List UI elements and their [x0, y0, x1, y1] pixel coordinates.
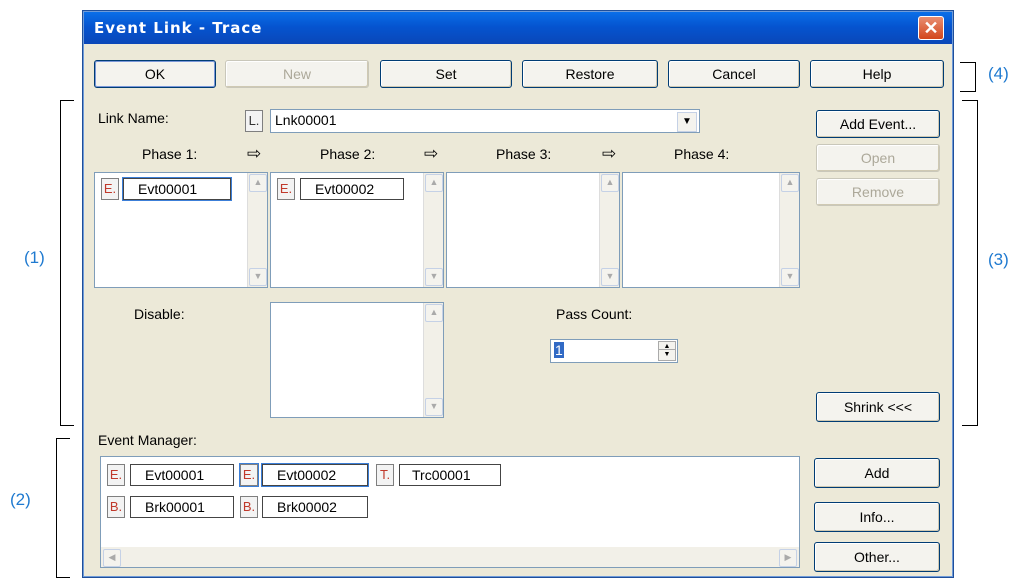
list-item[interactable]: Brk00002: [262, 496, 368, 518]
horizontal-scrollbar[interactable]: ◀ ▶: [101, 547, 799, 567]
phase-2-label: Phase 2:: [320, 146, 376, 162]
annotation-1: (1): [24, 248, 45, 267]
link-name-label: Link Name:: [98, 110, 169, 126]
info-button[interactable]: Info...: [814, 502, 940, 532]
annotation-2: (2): [10, 490, 31, 509]
trace-icon: T.: [376, 464, 394, 486]
link-icon: L.: [245, 110, 263, 132]
phase-1-label: Phase 1:: [142, 146, 198, 162]
list-item[interactable]: Evt00002: [300, 178, 404, 200]
list-item[interactable]: Evt00001: [123, 178, 231, 200]
arrow-right-icon: ⇨: [602, 144, 617, 163]
phase-event-name: Evt00001: [138, 181, 198, 197]
phase-4-label: Phase 4:: [674, 146, 730, 162]
shrink-button[interactable]: Shrink <<<: [816, 392, 940, 422]
event-name: Brk00001: [145, 499, 205, 515]
scroll-down-icon[interactable]: ▼: [601, 268, 619, 286]
phase-3-label: Phase 3:: [496, 146, 552, 162]
pass-count-value[interactable]: 1: [554, 342, 564, 358]
break-icon: B.: [240, 496, 258, 518]
help-button[interactable]: Help: [810, 60, 944, 88]
scroll-up-icon[interactable]: ▲: [601, 174, 619, 192]
scroll-right-icon[interactable]: ▶: [779, 549, 797, 567]
event-name: Evt00001: [145, 467, 205, 483]
event-icon: E.: [107, 464, 125, 486]
set-button[interactable]: Set: [380, 60, 512, 88]
scroll-left-icon[interactable]: ◀: [103, 549, 121, 567]
close-button[interactable]: ✕: [918, 16, 944, 40]
vertical-scrollbar[interactable]: ▲ ▼: [599, 173, 619, 287]
add-button[interactable]: Add: [814, 458, 940, 488]
spin-down-icon[interactable]: ▼: [658, 349, 676, 361]
other-button[interactable]: Other...: [814, 542, 940, 572]
link-name-combobox[interactable]: Lnk00001 ▼: [270, 109, 700, 133]
arrow-right-icon: ⇨: [424, 144, 439, 163]
annotation-3: (3): [988, 250, 1009, 269]
scroll-down-icon[interactable]: ▼: [425, 398, 443, 416]
remove-button[interactable]: Remove: [816, 178, 940, 206]
phase-4-list[interactable]: ▲ ▼: [622, 172, 800, 288]
bracket-4: [960, 62, 976, 92]
bracket-2: [56, 438, 70, 578]
event-icon: E.: [277, 178, 295, 200]
scroll-up-icon[interactable]: ▲: [425, 304, 443, 322]
annotation-4: (4): [988, 64, 1009, 83]
list-item[interactable]: Trc00001: [399, 464, 501, 486]
vertical-scrollbar[interactable]: ▲ ▼: [247, 173, 267, 287]
chevron-down-icon[interactable]: ▼: [677, 112, 697, 132]
bracket-3: [962, 100, 978, 426]
scroll-up-icon[interactable]: ▲: [425, 174, 443, 192]
vertical-scrollbar[interactable]: ▲ ▼: [423, 303, 443, 417]
vertical-scrollbar[interactable]: ▲ ▼: [779, 173, 799, 287]
title-bar: Event Link - Trace: [84, 12, 952, 44]
event-name: Evt00002: [277, 467, 337, 483]
scroll-down-icon[interactable]: ▼: [781, 268, 799, 286]
arrow-right-icon: ⇨: [247, 144, 262, 163]
phase-3-list[interactable]: ▲ ▼: [446, 172, 620, 288]
restore-button[interactable]: Restore: [522, 60, 658, 88]
phase-event-name: Evt00002: [315, 181, 375, 197]
scroll-up-icon[interactable]: ▲: [249, 174, 267, 192]
vertical-scrollbar[interactable]: ▲ ▼: [423, 173, 443, 287]
cancel-button[interactable]: Cancel: [668, 60, 800, 88]
event-name: Brk00002: [277, 499, 337, 515]
link-name-value: Lnk00001: [275, 112, 337, 128]
event-manager-label: Event Manager:: [98, 432, 197, 448]
pass-count-spinner[interactable]: 1 ▲ ▼: [550, 339, 678, 363]
add-event-button[interactable]: Add Event...: [816, 110, 940, 138]
event-icon: E.: [240, 464, 258, 486]
disable-label: Disable:: [134, 306, 185, 322]
list-item[interactable]: Brk00001: [130, 496, 234, 518]
scroll-down-icon[interactable]: ▼: [249, 268, 267, 286]
bracket-1: [60, 100, 74, 426]
list-item[interactable]: Evt00001: [130, 464, 234, 486]
scroll-up-icon[interactable]: ▲: [781, 174, 799, 192]
window-title: Event Link - Trace: [94, 19, 263, 37]
open-button[interactable]: Open: [816, 144, 940, 172]
ok-button[interactable]: OK: [94, 60, 216, 88]
scroll-down-icon[interactable]: ▼: [425, 268, 443, 286]
list-item[interactable]: Evt00002: [262, 464, 368, 486]
pass-count-label: Pass Count:: [556, 306, 633, 322]
event-icon: E.: [101, 178, 119, 200]
break-icon: B.: [107, 496, 125, 518]
disable-list[interactable]: ▲ ▼: [270, 302, 444, 418]
new-button[interactable]: New: [225, 60, 369, 88]
event-name: Trc00001: [412, 467, 471, 483]
